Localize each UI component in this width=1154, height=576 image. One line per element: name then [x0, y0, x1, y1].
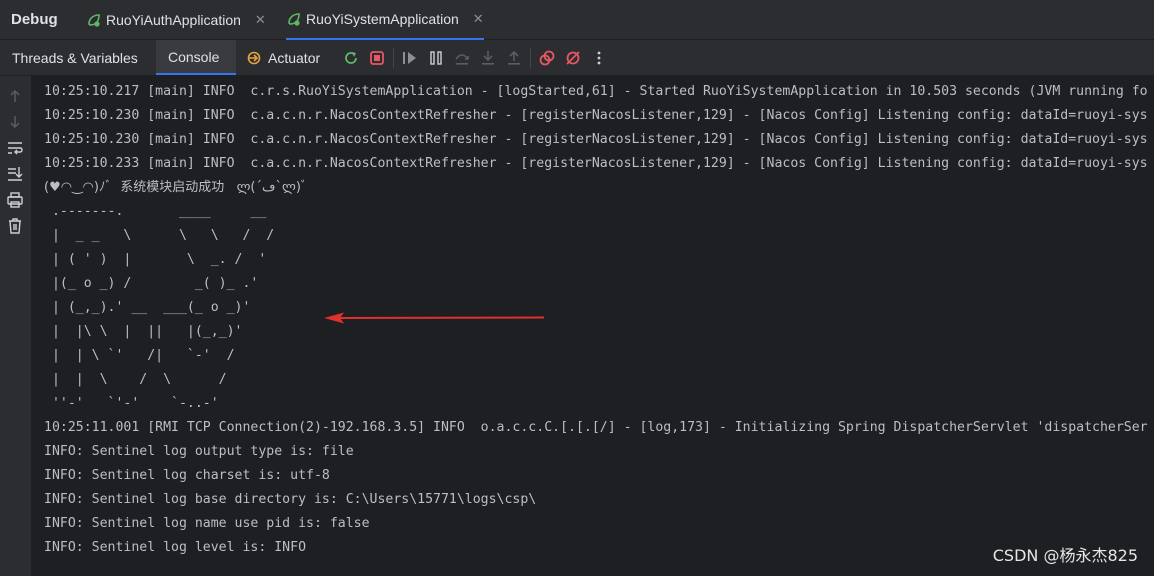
toolbar-divider — [393, 48, 394, 68]
log-line: 10:25:10.230 [main] INFO c.a.c.n.r.Nacos… — [44, 132, 1148, 147]
rerun-icon[interactable] — [342, 49, 360, 67]
ascii-banner-line: |(_ o _) / _( )_ .' — [44, 276, 259, 291]
ascii-banner-line: | _ _ \ \ \ / / — [44, 228, 275, 243]
debug-title: Debug — [11, 11, 58, 28]
tab-label: RuoYiSystemApplication — [306, 11, 459, 27]
up-arrow-icon[interactable] — [6, 87, 24, 105]
tab-ruoyi-system-application[interactable]: RuoYiSystemApplication ✕ — [286, 0, 484, 40]
ascii-banner-line: | | \ / \ / — [44, 372, 227, 387]
close-icon[interactable]: ✕ — [255, 12, 266, 28]
tab-label: RuoYiAuthApplication — [106, 12, 241, 28]
log-line: INFO: Sentinel log name use pid is: fals… — [44, 516, 370, 531]
log-line: 10:25:10.217 [main] INFO c.r.s.RuoYiSyst… — [44, 84, 1148, 99]
toolbar-divider — [530, 48, 531, 68]
annotation-arrow — [324, 312, 545, 324]
print-icon[interactable] — [6, 191, 24, 209]
actuator-icon — [247, 51, 261, 64]
log-line: INFO: Sentinel log output type is: file — [44, 444, 354, 459]
step-over-icon[interactable] — [453, 49, 471, 67]
ascii-banner-line: | (_,_).' __ ___(_ o _)' — [44, 300, 251, 315]
startup-success-line: (♥◠‿◠)ﾉﾞ 系统模块启动成功 ლ(´ڡ`ლ)ﾞ — [44, 180, 308, 195]
close-icon[interactable]: ✕ — [473, 11, 484, 27]
spring-app-icon — [288, 13, 300, 26]
stop-icon[interactable] — [368, 49, 386, 67]
console-output[interactable]: 10:25:10.217 [main] INFO c.r.s.RuoYiSyst… — [44, 80, 1154, 570]
ascii-banner-line: | |\ \ | || |(_,_)' — [44, 324, 243, 339]
log-line: INFO: Sentinel log base directory is: C:… — [44, 492, 537, 507]
down-arrow-icon[interactable] — [6, 113, 24, 131]
ascii-banner-line: .-------. ____ __ — [44, 204, 267, 219]
soft-wrap-icon[interactable] — [6, 139, 24, 157]
resume-icon[interactable] — [401, 49, 419, 67]
log-line: 10:25:10.233 [main] INFO c.a.c.n.r.Nacos… — [44, 156, 1148, 171]
ascii-banner-line: | ( ' ) | \ _. / ' — [44, 252, 267, 267]
log-line: INFO: Sentinel log level is: INFO — [44, 540, 307, 555]
watermark: CSDN @杨永杰825 — [992, 546, 1138, 565]
more-icon[interactable] — [590, 49, 608, 67]
scroll-to-end-icon[interactable] — [6, 165, 24, 183]
mute-breakpoints-icon[interactable] — [564, 49, 582, 67]
log-line: 10:25:11.001 [RMI TCP Connection(2)-192.… — [44, 420, 1148, 435]
view-breakpoints-icon[interactable] — [538, 49, 556, 67]
tab-console[interactable]: Console — [156, 40, 236, 75]
tab-label: Actuator — [268, 49, 321, 66]
clear-all-icon[interactable] — [6, 217, 24, 235]
log-line: 10:25:10.230 [main] INFO c.a.c.n.r.Nacos… — [44, 108, 1148, 123]
console-side-toolbar — [0, 76, 31, 576]
tab-ruoyi-auth-application[interactable]: RuoYiAuthApplication ✕ — [86, 0, 266, 40]
debug-toolbar: Threads & Variables Console Actuator — [0, 40, 1154, 76]
ascii-banner-line: | | \ `' /| `-' / — [44, 348, 235, 363]
spring-app-icon — [88, 14, 100, 27]
ascii-banner-line: ''-' `'-' `-..-' — [44, 396, 219, 411]
tab-actuator[interactable]: Actuator — [238, 40, 336, 75]
step-into-icon[interactable] — [479, 49, 497, 67]
pause-icon[interactable] — [427, 49, 445, 67]
step-out-icon[interactable] — [505, 49, 523, 67]
tab-threads-variables[interactable]: Threads & Variables — [0, 40, 156, 75]
log-line: INFO: Sentinel log charset is: utf-8 — [44, 468, 330, 483]
debug-tool-window-header: Debug RuoYiAuthApplication ✕ RuoYiSystem… — [0, 0, 1154, 40]
